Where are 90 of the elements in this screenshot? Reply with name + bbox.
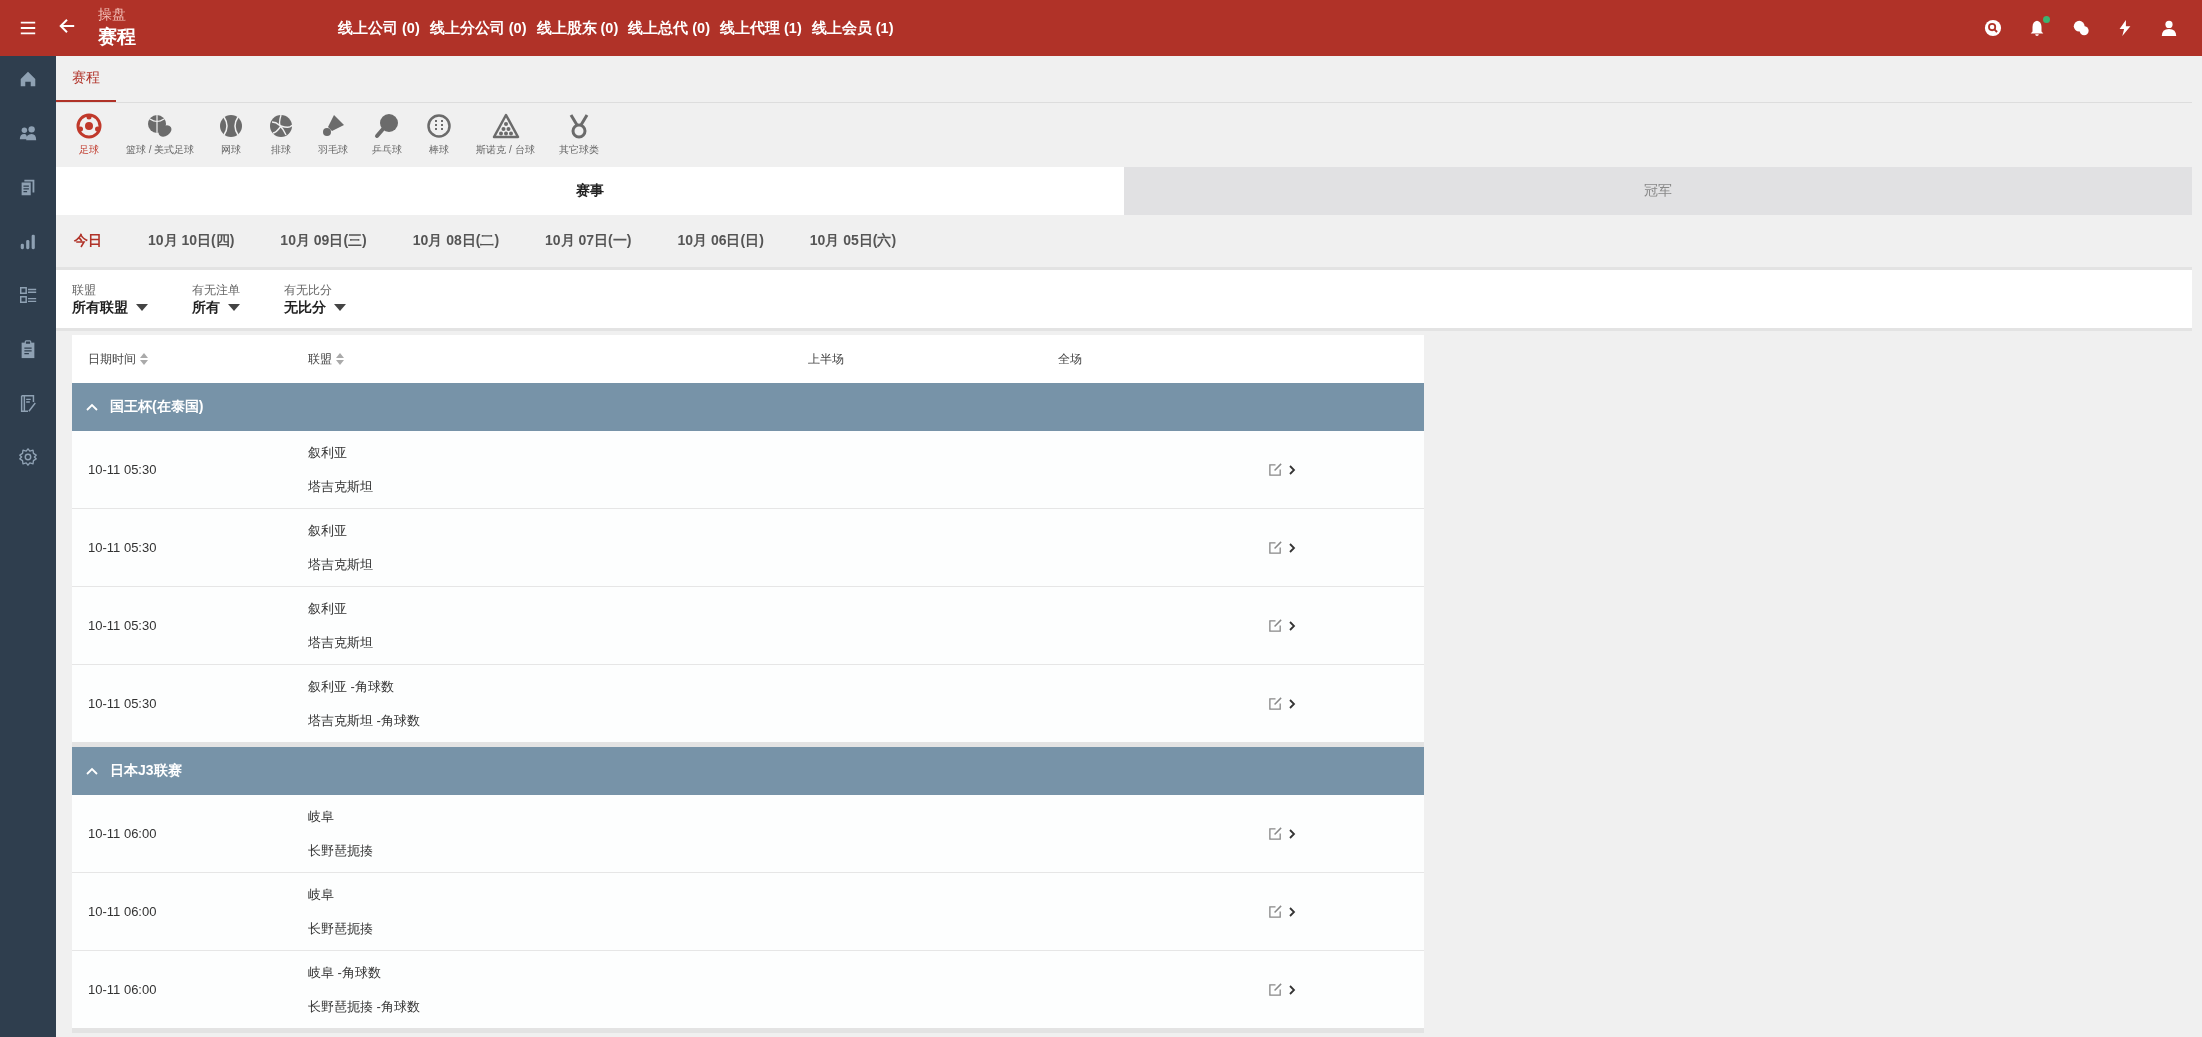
home-team: 岐阜 [308,885,335,904]
page-title: 赛程 [98,25,137,49]
chevron-right-icon[interactable] [1287,463,1297,476]
date-tab[interactable]: 10月 07日(一) [533,232,644,250]
column-header[interactable]: 日期时间 [88,350,136,368]
sport-tab[interactable]: 网球 [206,113,257,157]
filter-label: 有无注单 [192,281,240,299]
online-count-link[interactable]: 线上分公司 (0) [429,18,527,38]
sport-tab[interactable]: 棒球 [414,113,465,157]
online-count-link[interactable]: 线上会员 (1) [811,18,894,38]
sort-icon[interactable] [336,353,344,365]
away-team: 长野琶扼揍 -角球数 [308,997,421,1016]
league-name: 日本J3联赛 [110,762,182,780]
chevron-right-icon[interactable] [1287,697,1297,710]
match-time: 10-11 05:30 [88,696,158,711]
home-team: 叙利亚 [308,521,348,540]
date-tab[interactable]: 10月 10日(四) [136,232,247,250]
paddle-icon [374,113,401,139]
match-time: 10-11 05:30 [88,618,158,633]
breadcrumb: 操盘 [98,6,127,24]
chevron-right-icon[interactable] [1287,541,1297,554]
sport-tab[interactable]: 足球 [64,113,114,157]
online-count-link[interactable]: 线上股东 (0) [536,18,619,38]
date-tab[interactable]: 10月 06日(日) [665,232,776,250]
soccer-ball-icon [76,113,102,139]
filter-label: 有无比分 [284,281,333,299]
tennis-ball-icon [218,113,245,139]
sort-icon[interactable] [140,353,148,365]
back-arrow-icon[interactable] [58,17,76,35]
match-time: 10-11 06:00 [88,826,158,841]
chevron-right-icon[interactable] [1287,905,1297,918]
chat-bubbles-icon[interactable] [2072,19,2090,37]
column-header: 上半场 [808,350,844,368]
form-edit-icon[interactable] [18,393,38,413]
date-tab[interactable]: 10月 05日(六) [797,232,909,250]
online-count-link[interactable]: 线上代理 (1) [720,18,802,38]
filter-dropdown[interactable]: 无比分 [284,298,346,317]
filter-dropdown[interactable]: 所有联盟 [72,298,148,317]
volleyball-icon [268,113,295,139]
shuttlecock-icon [320,113,347,139]
sport-tab[interactable]: 篮球 / 美式足球 [114,113,207,157]
chevron-right-icon[interactable] [1287,619,1297,632]
caret-down-icon[interactable] [228,303,240,312]
away-team: 长野琶扼揍 [308,841,374,860]
date-tab[interactable]: 10月 08日(二) [400,232,512,250]
checklist-icon[interactable] [18,285,38,305]
match-time: 10-11 06:00 [88,982,158,997]
online-count-link[interactable]: 线上总代 (0) [628,18,710,38]
sport-tab[interactable]: 羽毛球 [306,113,361,157]
home-team: 叙利亚 [308,599,348,618]
search-icon[interactable] [1984,19,2002,37]
caret-down-icon[interactable] [136,303,148,312]
users-icon[interactable] [18,123,38,143]
sport-tab[interactable]: 乒乓球 [360,113,415,157]
chevron-right-icon[interactable] [1287,827,1297,840]
away-team: 长野琶扼揍 [308,919,374,938]
user-icon[interactable] [2160,19,2178,37]
baseball-icon [426,113,453,139]
date-tab[interactable]: 今日 [62,232,114,250]
menu-icon[interactable] [19,19,37,37]
home-team: 岐阜 [308,807,335,826]
segment-tab[interactable]: 赛事 [56,167,1124,215]
home-team: 叙利亚 [308,443,348,462]
caret-down-icon[interactable] [334,303,346,312]
away-team: 塔吉克斯坦 [308,633,374,652]
match-time: 10-11 05:30 [88,462,158,477]
settings-icon[interactable] [18,447,38,467]
match-time: 10-11 05:30 [88,540,158,555]
away-team: 塔吉克斯坦 [308,555,374,574]
date-tab[interactable]: 10月 09日(三) [268,232,379,250]
sport-tab[interactable]: 其它球类 [546,113,611,157]
collapse-toggle[interactable] [86,767,98,775]
league-name: 国王杯(在泰国) [110,398,204,416]
online-count-link[interactable]: 线上公司 (0) [338,18,420,38]
filter-label: 联盟 [72,281,97,299]
column-header: 全场 [1058,350,1082,368]
sport-tab[interactable]: 排球 [256,113,307,157]
sport-tab[interactable]: 斯诺克 / 台球 [464,113,547,157]
column-header[interactable]: 联盟 [308,350,332,368]
away-team: 塔吉克斯坦 -角球数 [308,711,421,730]
match-time: 10-11 06:00 [88,904,158,919]
home-icon[interactable] [18,69,38,89]
chevron-right-icon[interactable] [1287,983,1297,996]
ball-rack-icon [491,113,520,139]
page-tab[interactable]: 赛程 [56,56,116,102]
filter-dropdown[interactable]: 所有 [192,298,240,317]
home-team: 岐阜 -角球数 [308,963,382,982]
away-team: 塔吉克斯坦 [308,477,374,496]
home-team: 叙利亚 -角球数 [308,677,395,696]
collapse-toggle[interactable] [86,403,98,411]
